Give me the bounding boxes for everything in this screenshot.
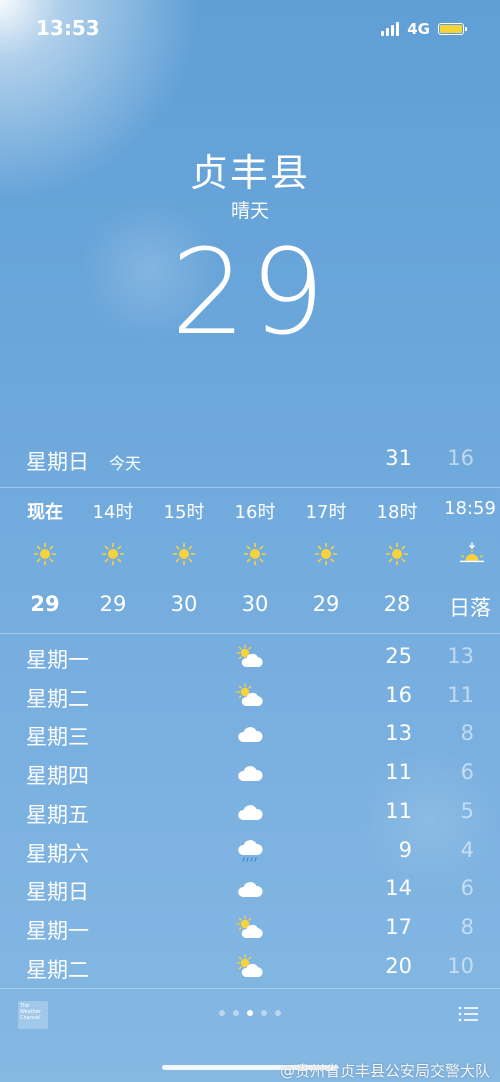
- hourly-time: 18:59: [444, 498, 496, 519]
- watermark: @贵州省贞丰县公安局交警大队: [279, 1062, 490, 1080]
- daily-row: 星期二 16 11: [0, 677, 500, 715]
- sun-icon: [314, 542, 338, 566]
- city-list-icon[interactable]: [458, 1006, 478, 1022]
- daily-low: 11: [447, 682, 474, 707]
- hourly-temperature: 日落: [449, 596, 491, 620]
- daily-row: 星期三 13 8: [0, 715, 500, 753]
- hourly-temperature: 30: [170, 592, 198, 616]
- daily-low: 6: [460, 760, 474, 785]
- daily-high: 14: [385, 876, 412, 901]
- daily-day: 星期三: [26, 725, 89, 750]
- daily-day: 星期二: [26, 957, 89, 982]
- divider: [0, 988, 500, 989]
- daily-row: 星期六 9 4: [0, 832, 500, 870]
- hourly-temperature: 29: [312, 592, 340, 616]
- signal-icon: [381, 22, 400, 36]
- hourly-forecast[interactable]: 现在 29 14时 29 15时 30 16时 30 17时 29 18时 28 18:59 日落: [0, 488, 500, 632]
- daily-low: 4: [460, 837, 474, 862]
- cloud-icon: [235, 799, 265, 825]
- daily-day: 星期二: [26, 686, 89, 711]
- cloud-icon: [235, 760, 265, 786]
- hourly-temperature: 30: [241, 592, 269, 616]
- sun-icon: [33, 542, 57, 566]
- sun-icon: [243, 542, 267, 566]
- divider: [0, 633, 500, 634]
- status-bar-right: 4G: [381, 20, 467, 38]
- daily-high: 16: [385, 682, 412, 707]
- daily-high: 25: [385, 644, 412, 668]
- current-condition: 晴天: [230, 200, 269, 222]
- sun-icon: [172, 542, 196, 566]
- cloud-icon: [235, 721, 265, 747]
- page-dot[interactable]: [261, 1010, 267, 1016]
- partly-sunny-icon: [235, 683, 265, 709]
- daily-high: 11: [385, 760, 412, 785]
- sun-icon: [101, 542, 125, 566]
- page-dot[interactable]: [275, 1010, 281, 1016]
- hourly-time: 14时: [92, 502, 134, 523]
- hourly-time: 16时: [234, 502, 276, 523]
- daily-high: 17: [385, 914, 412, 939]
- daily-low: 13: [447, 644, 474, 668]
- today-summary-row: 星期日 今天 31 16: [0, 440, 500, 480]
- daily-high: 20: [385, 953, 412, 978]
- daily-day: 星期一: [26, 648, 89, 672]
- hourly-time: 15时: [163, 502, 205, 523]
- daily-row: 星期一 25 13: [0, 638, 500, 676]
- status-time: 13:53: [36, 16, 100, 40]
- today-day: 星期日: [26, 450, 89, 474]
- daily-day: 星期五: [26, 802, 89, 827]
- partly-sunny-icon: [235, 915, 265, 941]
- today-tag: 今天: [109, 454, 142, 473]
- daily-high: 11: [385, 798, 412, 823]
- today-high: 31: [385, 446, 412, 470]
- page-indicator[interactable]: [0, 1010, 500, 1016]
- daily-row: 星期一 17 8: [0, 909, 500, 947]
- page-dot[interactable]: [247, 1010, 253, 1016]
- city-name: 贞丰县: [189, 151, 310, 195]
- hourly-time: 17时: [305, 502, 347, 523]
- daily-low: 8: [460, 721, 474, 746]
- hourly-time: 现在: [27, 502, 63, 523]
- today-low: 16: [447, 446, 474, 470]
- daily-row: 星期五 11 5: [0, 793, 500, 831]
- daily-day: 星期日: [26, 880, 89, 905]
- partly-sunny-icon: [235, 953, 265, 980]
- page-dot[interactable]: [219, 1010, 225, 1016]
- hourly-temperature: 29: [99, 592, 127, 616]
- daily-low: 10: [447, 953, 474, 978]
- rain-cloud-icon: [235, 838, 265, 864]
- daily-day: 星期四: [26, 764, 89, 789]
- daily-high: 9: [398, 837, 412, 862]
- cloud-icon: [235, 876, 265, 902]
- page-dot[interactable]: [233, 1010, 239, 1016]
- hourly-temperature: 28: [383, 592, 411, 616]
- daily-row: 星期二 20 10: [0, 948, 500, 986]
- partly-sunny-icon: [235, 644, 265, 670]
- daily-row: 星期四 11 6: [0, 754, 500, 792]
- daily-low: 5: [460, 798, 474, 823]
- daily-row: 星期日 14 6: [0, 870, 500, 908]
- sun-icon: [385, 542, 409, 566]
- daily-low: 8: [460, 914, 474, 939]
- current-temperature: 29: [170, 223, 330, 361]
- battery-icon: [438, 23, 467, 35]
- daily-high: 13: [385, 721, 412, 746]
- sunset-icon: [458, 542, 484, 566]
- daily-low: 6: [460, 876, 474, 901]
- hourly-time: 18时: [376, 502, 418, 523]
- daily-day: 星期一: [26, 918, 89, 943]
- hourly-temperature: 29: [30, 592, 60, 616]
- network-type: 4G: [407, 20, 430, 38]
- daily-day: 星期六: [26, 841, 89, 866]
